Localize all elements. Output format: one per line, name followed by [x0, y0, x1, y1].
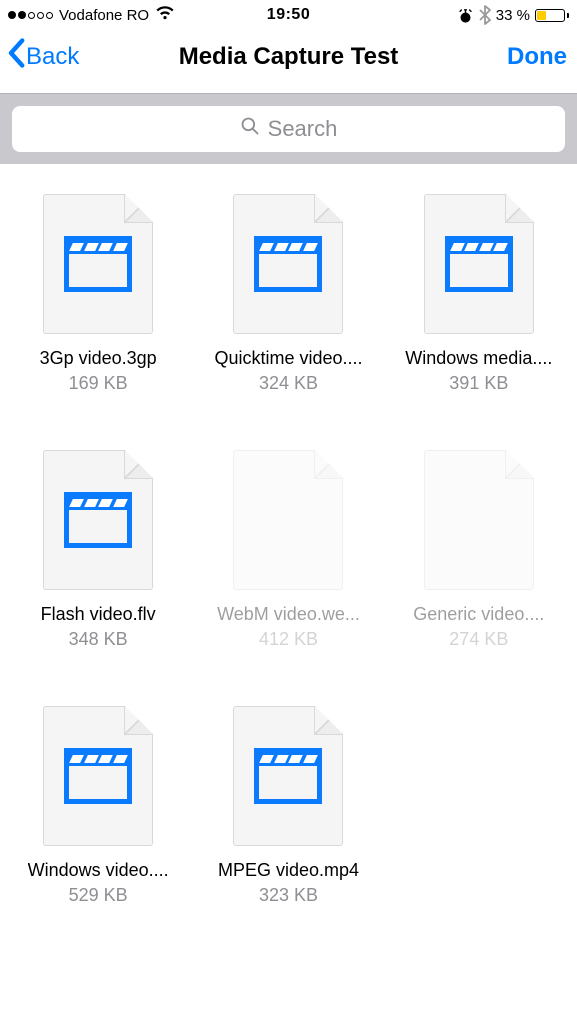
- navigation-bar: Back Media Capture Test Done: [0, 30, 577, 94]
- page-fold-icon: [505, 195, 533, 223]
- file-item[interactable]: WebM video.we... 412 KB: [200, 450, 376, 650]
- file-item[interactable]: Windows media.... 391 KB: [391, 194, 567, 394]
- page-fold-icon: [505, 451, 533, 479]
- page-fold-icon: [314, 195, 342, 223]
- video-clapper-icon: [254, 236, 322, 292]
- file-name-label: Windows video....: [28, 860, 169, 881]
- file-item[interactable]: 3Gp video.3gp 169 KB: [10, 194, 186, 394]
- search-placeholder: Search: [268, 116, 338, 142]
- file-grid: 3Gp video.3gp 169 KB Quicktime video.... 32…: [0, 164, 577, 906]
- file-thumbnail: [233, 450, 343, 590]
- file-thumbnail: [424, 450, 534, 590]
- file-thumbnail: [43, 450, 153, 590]
- file-thumbnail: [233, 194, 343, 334]
- video-clapper-icon: [64, 748, 132, 804]
- file-name-label: Windows media....: [405, 348, 552, 369]
- file-item[interactable]: Generic video.... 274 KB: [391, 450, 567, 650]
- file-thumbnail: [43, 706, 153, 846]
- file-size-label: 324 KB: [259, 373, 318, 394]
- file-size-label: 412 KB: [259, 629, 318, 650]
- video-clapper-icon: [445, 236, 513, 292]
- done-button[interactable]: Done: [507, 43, 567, 71]
- search-bar-container: Search: [0, 94, 577, 164]
- file-item[interactable]: Flash video.flv 348 KB: [10, 450, 186, 650]
- file-name-label: Quicktime video....: [214, 348, 362, 369]
- file-name-label: 3Gp video.3gp: [40, 348, 157, 369]
- page-fold-icon: [124, 707, 152, 735]
- page-fold-icon: [124, 195, 152, 223]
- page-fold-icon: [314, 451, 342, 479]
- battery-icon: [535, 9, 569, 22]
- file-name-label: Generic video....: [413, 604, 544, 625]
- video-clapper-icon: [254, 748, 322, 804]
- page-fold-icon: [124, 451, 152, 479]
- file-size-label: 529 KB: [69, 885, 128, 906]
- battery-fill: [537, 11, 546, 20]
- back-label: Back: [26, 43, 79, 71]
- alarm-icon: [457, 7, 474, 24]
- clock-time: 19:50: [267, 6, 310, 24]
- file-item[interactable]: Windows video.... 529 KB: [10, 706, 186, 906]
- search-icon: [240, 116, 260, 142]
- chevron-left-icon: [6, 38, 26, 75]
- file-item[interactable]: MPEG video.mp4 323 KB: [200, 706, 376, 906]
- wifi-icon: [155, 6, 175, 25]
- file-name-label: MPEG video.mp4: [218, 860, 359, 881]
- status-bar: Vodafone RO 19:50 33 %: [0, 0, 577, 30]
- page-fold-icon: [314, 707, 342, 735]
- carrier-label: Vodafone RO: [59, 7, 149, 24]
- file-thumbnail: [43, 194, 153, 334]
- file-thumbnail: [233, 706, 343, 846]
- file-size-label: 323 KB: [259, 885, 318, 906]
- back-button[interactable]: Back: [6, 38, 79, 75]
- file-thumbnail: [424, 194, 534, 334]
- page-title: Media Capture Test: [179, 43, 399, 71]
- file-size-label: 274 KB: [449, 629, 508, 650]
- video-clapper-icon: [64, 492, 132, 548]
- file-size-label: 391 KB: [449, 373, 508, 394]
- file-name-label: Flash video.flv: [41, 604, 156, 625]
- file-name-label: WebM video.we...: [217, 604, 360, 625]
- file-item[interactable]: Quicktime video.... 324 KB: [200, 194, 376, 394]
- file-size-label: 348 KB: [69, 629, 128, 650]
- bluetooth-icon: [479, 5, 491, 25]
- file-size-label: 169 KB: [69, 373, 128, 394]
- battery-percent: 33 %: [496, 7, 530, 24]
- video-clapper-icon: [64, 236, 132, 292]
- signal-strength-icon: [8, 11, 53, 19]
- search-input[interactable]: Search: [12, 106, 565, 152]
